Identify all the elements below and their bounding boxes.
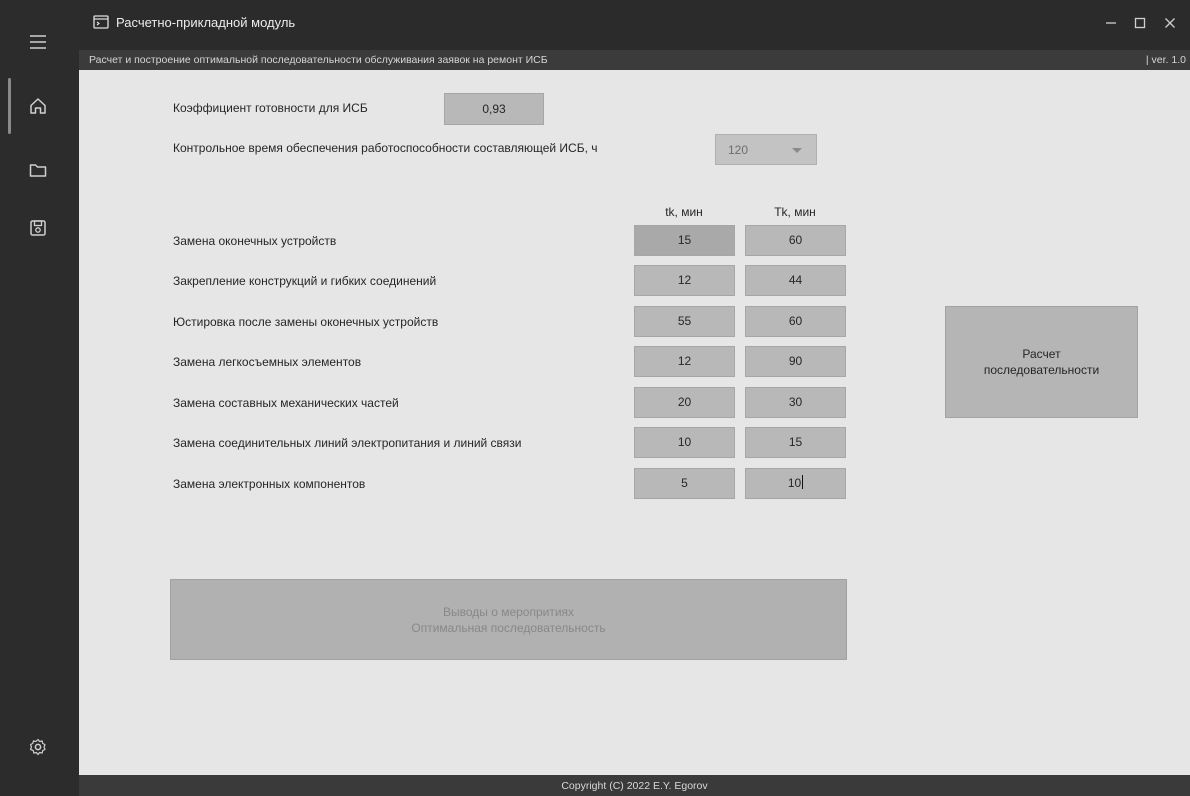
copyright-text: Copyright (C) 2022 E.Y. Egorov (561, 780, 708, 792)
Tk-input[interactable]: 60 (745, 306, 846, 337)
task-label: Замена оконечных устройств (173, 234, 337, 248)
Tk-input[interactable]: 90 (745, 346, 846, 377)
calculate-button-line2: последовательности (983, 363, 1100, 377)
output-button-line2: Оптимальная последовательность (411, 620, 606, 635)
task-label: Закрепление конструкций и гибких соедине… (173, 274, 437, 288)
task-label: Юстировка после замены оконечных устройс… (173, 315, 439, 329)
tk-input[interactable]: 12 (634, 346, 735, 377)
column-header-tk: tk, мин (665, 205, 703, 219)
tk-input[interactable]: 15 (634, 225, 735, 256)
app-icon (93, 14, 109, 30)
calculate-sequence-button[interactable]: Расчет последовательности (945, 306, 1138, 418)
subheader-bar: Расчет и построение оптимальной последов… (79, 50, 1190, 70)
save-icon[interactable] (28, 218, 48, 238)
readiness-field[interactable]: 0,93 (444, 93, 544, 125)
readiness-label: Коэффициент готовности для ИСБ (173, 101, 368, 115)
version-label: | ver. 1.0 (1145, 54, 1186, 66)
home-icon[interactable] (28, 96, 48, 116)
window-title: Расчетно-прикладной модуль (116, 15, 296, 30)
tk-input[interactable]: 5 (634, 468, 735, 499)
control-time-value: 120 (728, 143, 749, 157)
tk-input[interactable]: 20 (634, 387, 735, 418)
Tk-input[interactable]: 60 (745, 225, 846, 256)
active-indicator (8, 78, 11, 134)
tk-input[interactable]: 10 (634, 427, 735, 458)
tk-input[interactable]: 12 (634, 265, 735, 296)
menu-icon[interactable] (28, 32, 48, 52)
footer: Copyright (C) 2022 E.Y. Egorov (79, 775, 1190, 796)
close-icon[interactable] (1159, 12, 1181, 34)
control-time-select[interactable]: 120 (715, 134, 817, 165)
sidebar (0, 0, 79, 796)
control-time-label: Контрольное время обеспечения работоспос… (173, 141, 598, 155)
Tk-input[interactable]: 44 (745, 265, 846, 296)
settings-icon[interactable] (28, 737, 48, 757)
maximize-icon[interactable] (1129, 12, 1151, 34)
column-header-Tk: Tk, мин (774, 205, 816, 219)
Tk-input[interactable]: 15 (745, 427, 846, 458)
Tk-input[interactable]: 30 (745, 387, 846, 418)
tk-input[interactable]: 55 (634, 306, 735, 337)
text-caret (802, 475, 804, 489)
task-label: Замена легкосъемных элементов (173, 355, 362, 369)
task-label: Замена составных механических частей (173, 396, 399, 410)
task-label: Замена соединительных линий электропитан… (173, 436, 522, 450)
chevron-down-icon (792, 148, 802, 153)
output-conclusions-button[interactable]: Выводы о меропритиях Оптимальная последо… (170, 579, 847, 660)
output-button-line1: Выводы о меропритиях (442, 604, 575, 619)
minimize-icon[interactable] (1100, 12, 1122, 34)
folder-icon[interactable] (28, 160, 48, 180)
title-bar: Расчетно-прикладной модуль (79, 0, 1190, 50)
module-description: Расчет и построение оптимальной последов… (89, 54, 548, 66)
task-label: Замена электронных компонентов (173, 477, 366, 491)
main-panel: Коэффициент готовности для ИСБ 0,93 Конт… (79, 70, 1190, 775)
calculate-button-line1: Расчет (1022, 347, 1061, 361)
Tk-input[interactable]: 10 (745, 468, 846, 499)
